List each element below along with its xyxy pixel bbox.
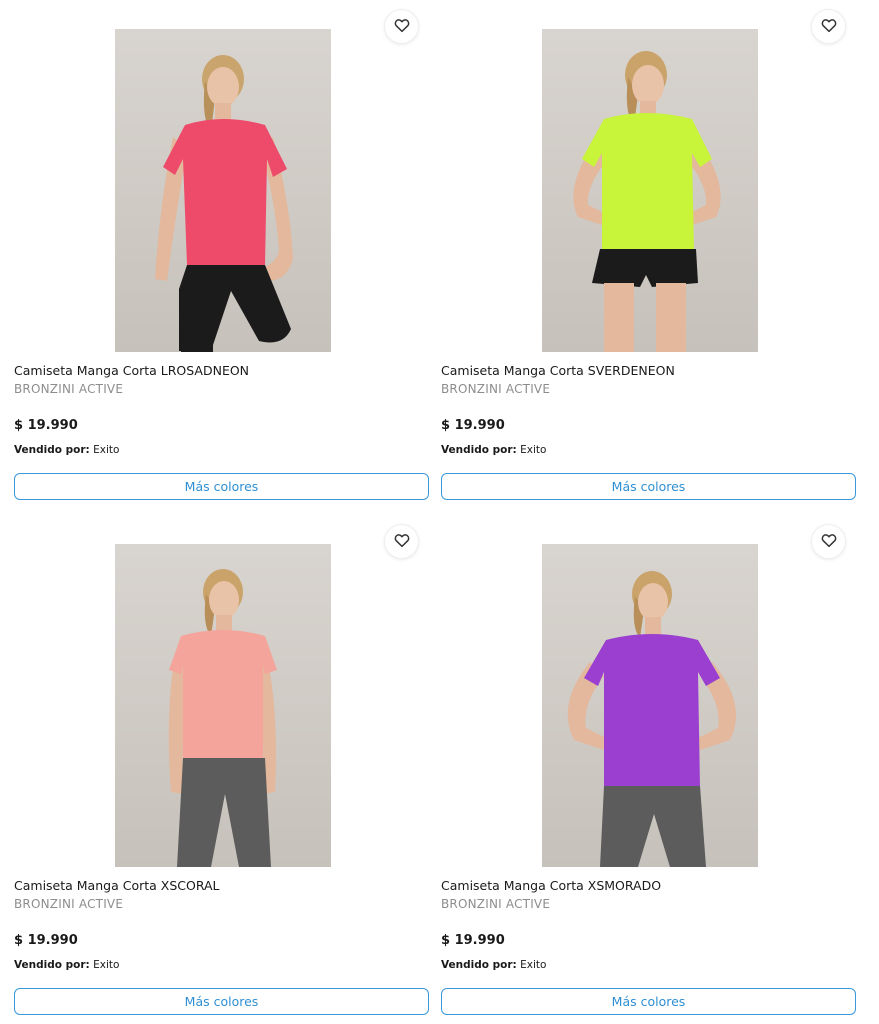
product-brand: BRONZINI ACTIVE [441,382,551,396]
seller-info: Vendido por: Exito [441,959,546,971]
seller-label: Vendido por: [14,444,90,456]
product-price: $ 19.990 [14,418,78,433]
product-image[interactable] [115,544,331,867]
favorite-button[interactable] [812,525,845,558]
seller-name: Exito [93,444,120,456]
more-colors-button[interactable]: Más colores [14,473,429,500]
seller-label: Vendido por: [14,959,90,971]
heart-icon [820,531,838,553]
product-title[interactable]: Camiseta Manga Corta XSMORADO [441,878,661,893]
more-colors-button[interactable]: Más colores [14,988,429,1015]
seller-label: Vendido por: [441,959,517,971]
seller-name: Exito [520,444,547,456]
product-image[interactable] [542,29,758,352]
seller-name: Exito [93,959,120,971]
heart-icon [393,16,411,38]
product-title[interactable]: Camiseta Manga Corta SVERDENEON [441,363,675,378]
heart-icon [820,16,838,38]
seller-info: Vendido por: Exito [14,959,119,971]
product-card[interactable]: Camiseta Manga Corta SVERDENEON BRONZINI… [441,0,858,505]
favorite-button[interactable] [385,525,418,558]
product-price: $ 19.990 [441,418,505,433]
seller-info: Vendido por: Exito [14,444,119,456]
bottom-shape [177,758,271,867]
seller-info: Vendido por: Exito [441,444,546,456]
shirt-shape [163,119,287,265]
bottom-shape [592,249,698,287]
product-brand: BRONZINI ACTIVE [14,382,124,396]
shirt-shape [169,630,277,760]
favorite-button[interactable] [385,10,418,43]
shirt-shape [584,634,720,788]
product-image[interactable] [115,29,331,352]
product-brand: BRONZINI ACTIVE [14,897,124,911]
shirt-shape [582,113,712,251]
bottom-shape [600,786,706,867]
product-card[interactable]: Camiseta Manga Corta XSCORAL BRONZINI AC… [14,515,431,1020]
product-price: $ 19.990 [441,933,505,948]
product-price: $ 19.990 [14,933,78,948]
product-card[interactable]: Camiseta Manga Corta XSMORADO BRONZINI A… [441,515,858,1020]
more-colors-button[interactable]: Más colores [441,473,856,500]
product-title[interactable]: Camiseta Manga Corta LROSADNEON [14,363,249,378]
product-card[interactable]: Camiseta Manga Corta LROSADNEON BRONZINI… [14,0,431,505]
seller-label: Vendido por: [441,444,517,456]
product-title[interactable]: Camiseta Manga Corta XSCORAL [14,878,220,893]
product-image[interactable] [542,544,758,867]
product-grid: Camiseta Manga Corta LROSADNEON BRONZINI… [0,0,879,1024]
seller-name: Exito [520,959,547,971]
favorite-button[interactable] [812,10,845,43]
heart-icon [393,531,411,553]
product-brand: BRONZINI ACTIVE [441,897,551,911]
more-colors-button[interactable]: Más colores [441,988,856,1015]
